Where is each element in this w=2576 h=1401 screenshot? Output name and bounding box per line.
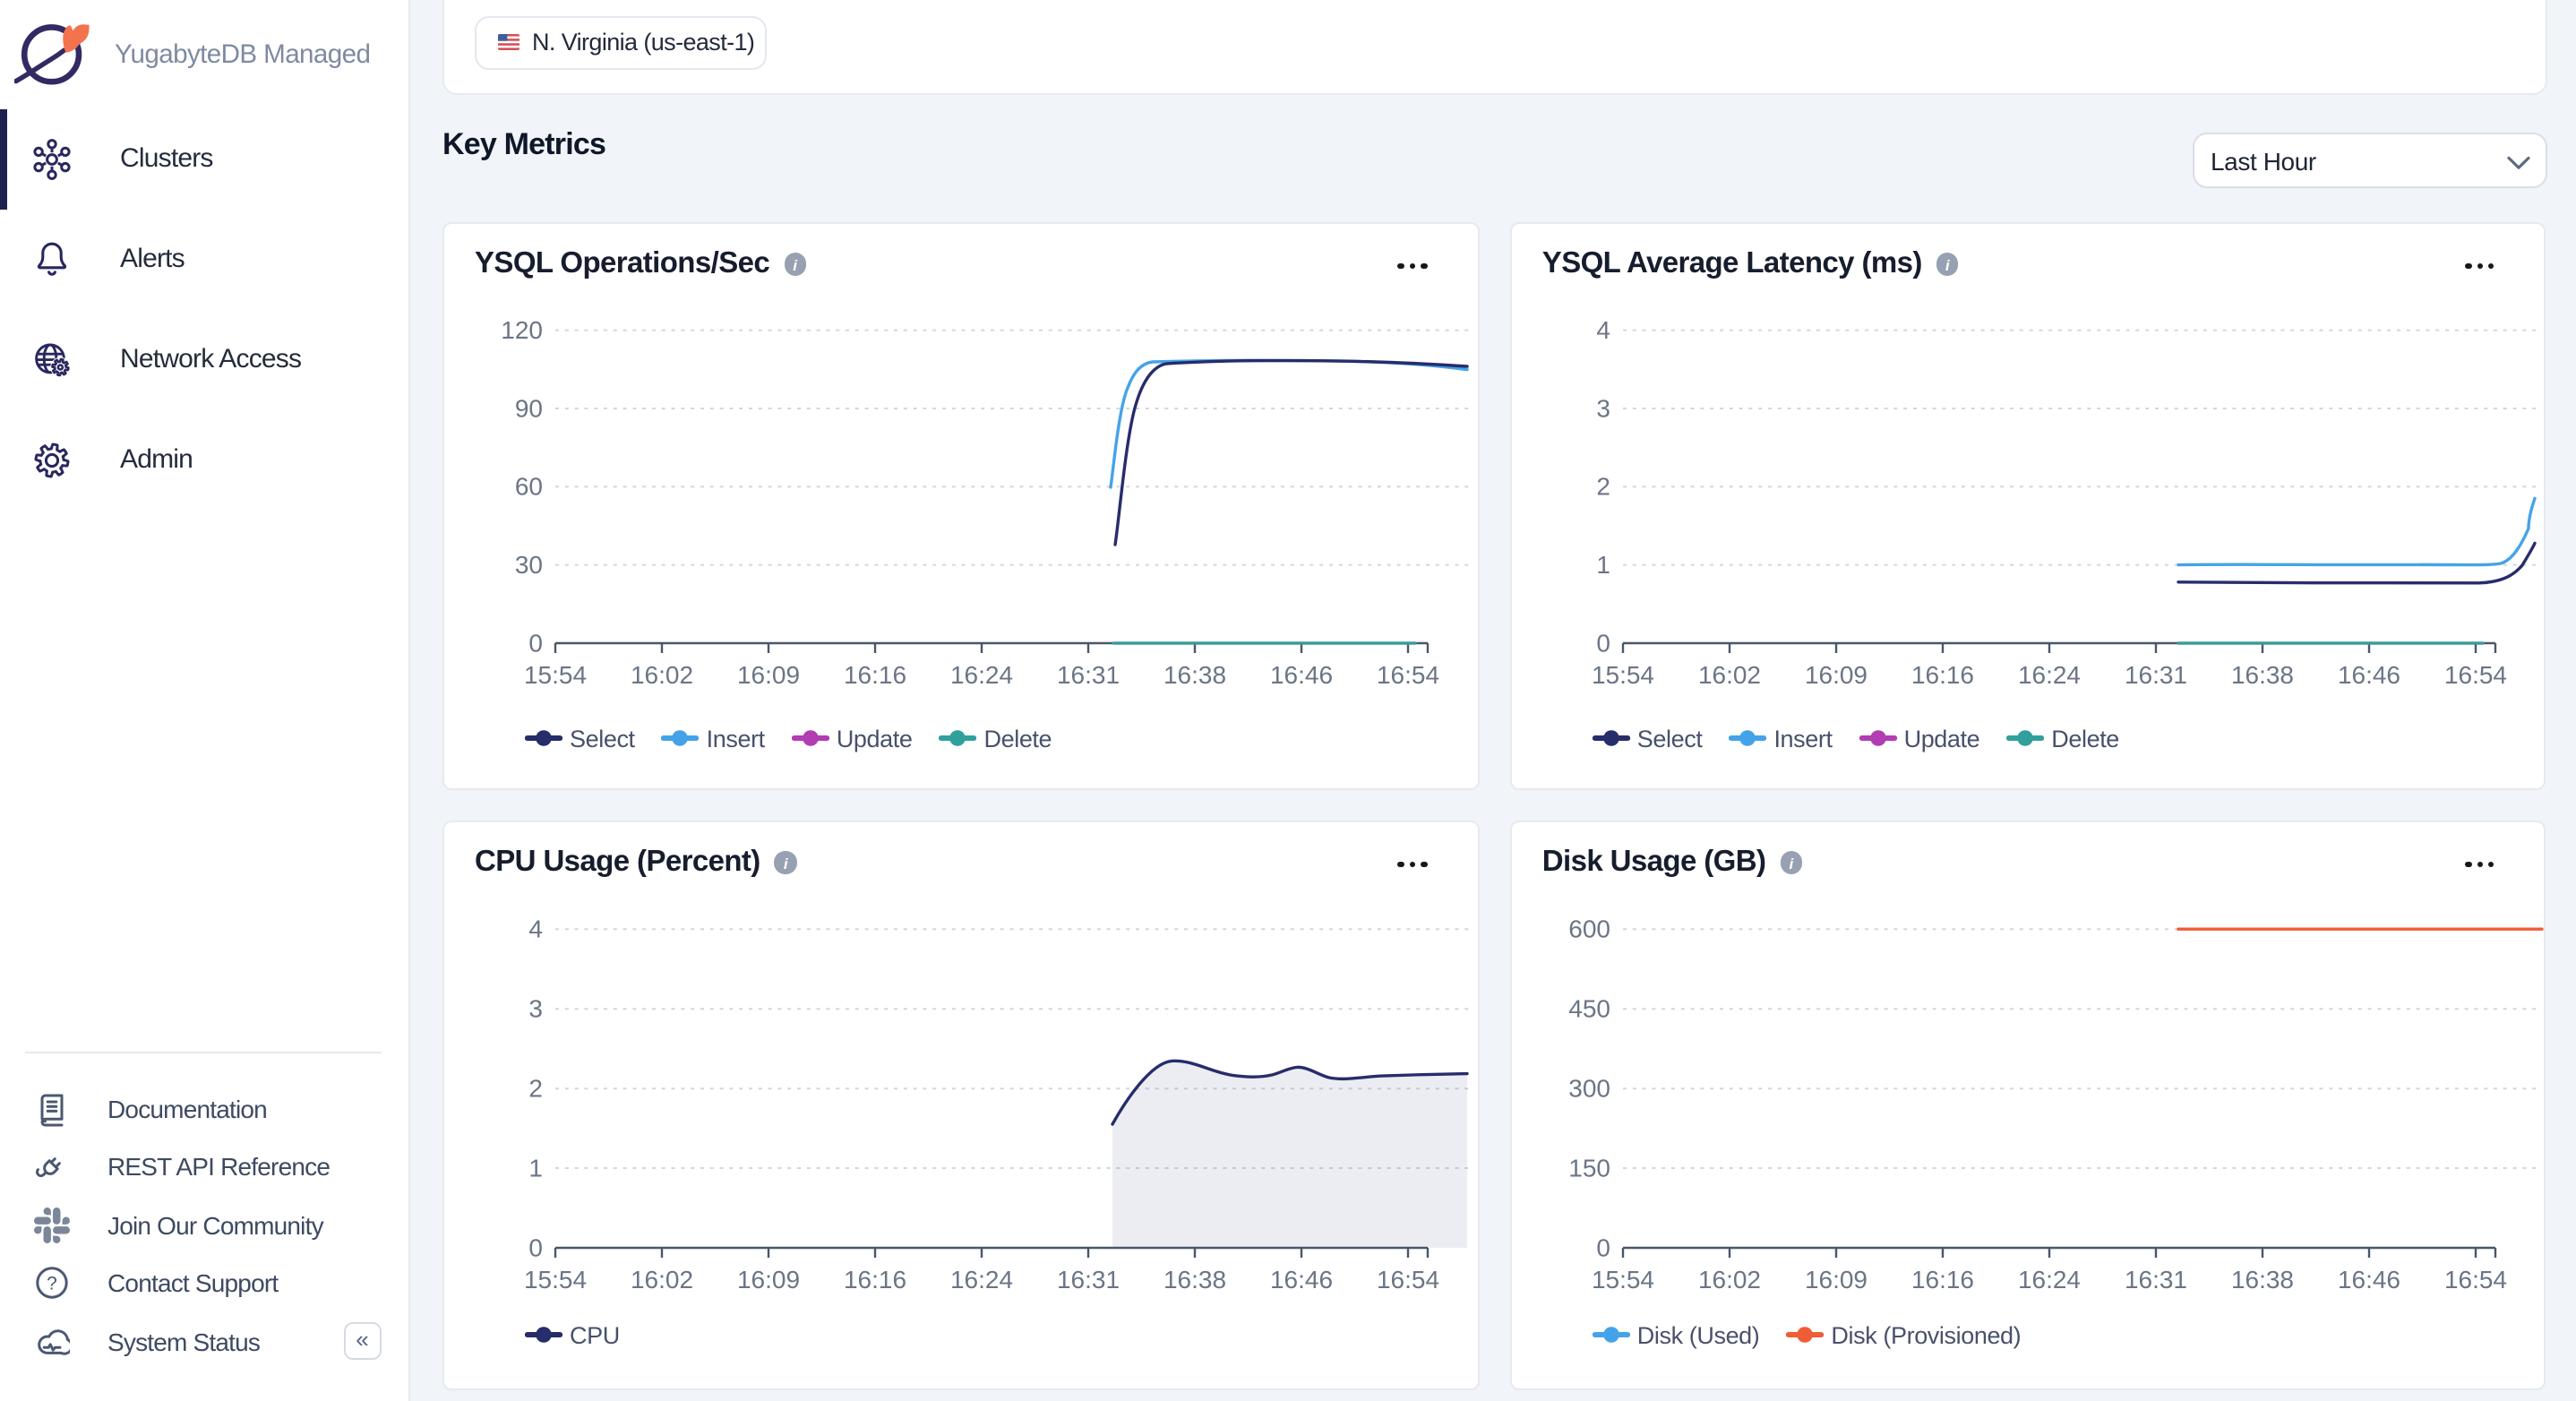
svg-text:16:54: 16:54: [2444, 1266, 2507, 1294]
svg-text:150: 150: [1568, 1154, 1610, 1182]
svg-text:4: 4: [528, 915, 543, 943]
svg-text:0: 0: [528, 629, 543, 657]
svg-text:120: 120: [501, 316, 543, 344]
svg-text:90: 90: [515, 394, 543, 422]
svg-text:?: ?: [47, 1273, 57, 1294]
svg-text:4: 4: [1596, 316, 1610, 344]
svg-text:16:24: 16:24: [2018, 661, 2081, 689]
svg-text:16:02: 16:02: [1698, 1266, 1761, 1294]
svg-text:16:02: 16:02: [631, 1266, 693, 1294]
svg-text:16:54: 16:54: [1377, 1266, 1439, 1294]
svg-text:16:31: 16:31: [2125, 1266, 2187, 1294]
svg-text:16:16: 16:16: [1911, 1266, 1974, 1294]
svg-text:2: 2: [1596, 473, 1610, 501]
svg-text:3: 3: [1596, 394, 1610, 422]
svg-text:16:24: 16:24: [950, 661, 1013, 689]
svg-text:16:54: 16:54: [2444, 661, 2507, 689]
svg-text:15:54: 15:54: [1592, 1266, 1654, 1294]
svg-text:15:54: 15:54: [524, 1266, 587, 1294]
svg-text:16:46: 16:46: [2338, 1266, 2400, 1294]
svg-text:16:02: 16:02: [1698, 661, 1761, 689]
svg-text:300: 300: [1568, 1075, 1610, 1103]
svg-text:16:38: 16:38: [1163, 1266, 1226, 1294]
svg-text:16:16: 16:16: [1911, 661, 1974, 689]
svg-text:16:31: 16:31: [1057, 1266, 1120, 1294]
svg-text:16:09: 16:09: [1805, 661, 1868, 689]
svg-text:16:24: 16:24: [2018, 1266, 2081, 1294]
svg-text:16:16: 16:16: [844, 1266, 906, 1294]
svg-text:16:09: 16:09: [1805, 1266, 1868, 1294]
svg-text:0: 0: [1596, 1233, 1610, 1261]
svg-text:16:38: 16:38: [1163, 661, 1226, 689]
svg-text:16:09: 16:09: [737, 661, 800, 689]
svg-text:16:54: 16:54: [1377, 661, 1439, 689]
svg-text:16:16: 16:16: [844, 661, 906, 689]
svg-text:16:46: 16:46: [2338, 661, 2400, 689]
svg-text:16:02: 16:02: [631, 661, 693, 689]
svg-text:16:31: 16:31: [2125, 661, 2187, 689]
svg-text:16:09: 16:09: [737, 1266, 800, 1294]
svg-text:60: 60: [515, 473, 543, 501]
svg-text:0: 0: [1596, 629, 1610, 657]
svg-text:1: 1: [1596, 551, 1610, 579]
svg-text:16:46: 16:46: [1270, 1266, 1333, 1294]
svg-text:16:38: 16:38: [2231, 1266, 2294, 1294]
svg-text:450: 450: [1568, 995, 1610, 1023]
svg-text:16:46: 16:46: [1270, 661, 1333, 689]
svg-text:30: 30: [515, 551, 543, 579]
svg-text:1: 1: [528, 1154, 543, 1182]
svg-text:15:54: 15:54: [524, 661, 587, 689]
svg-text:16:38: 16:38: [2231, 661, 2294, 689]
svg-text:3: 3: [528, 995, 543, 1023]
svg-text:15:54: 15:54: [1592, 661, 1654, 689]
svg-text:0: 0: [528, 1233, 543, 1261]
svg-text:16:24: 16:24: [950, 1266, 1013, 1294]
svg-text:600: 600: [1568, 915, 1610, 943]
svg-text:2: 2: [528, 1075, 543, 1103]
svg-text:16:31: 16:31: [1057, 661, 1120, 689]
